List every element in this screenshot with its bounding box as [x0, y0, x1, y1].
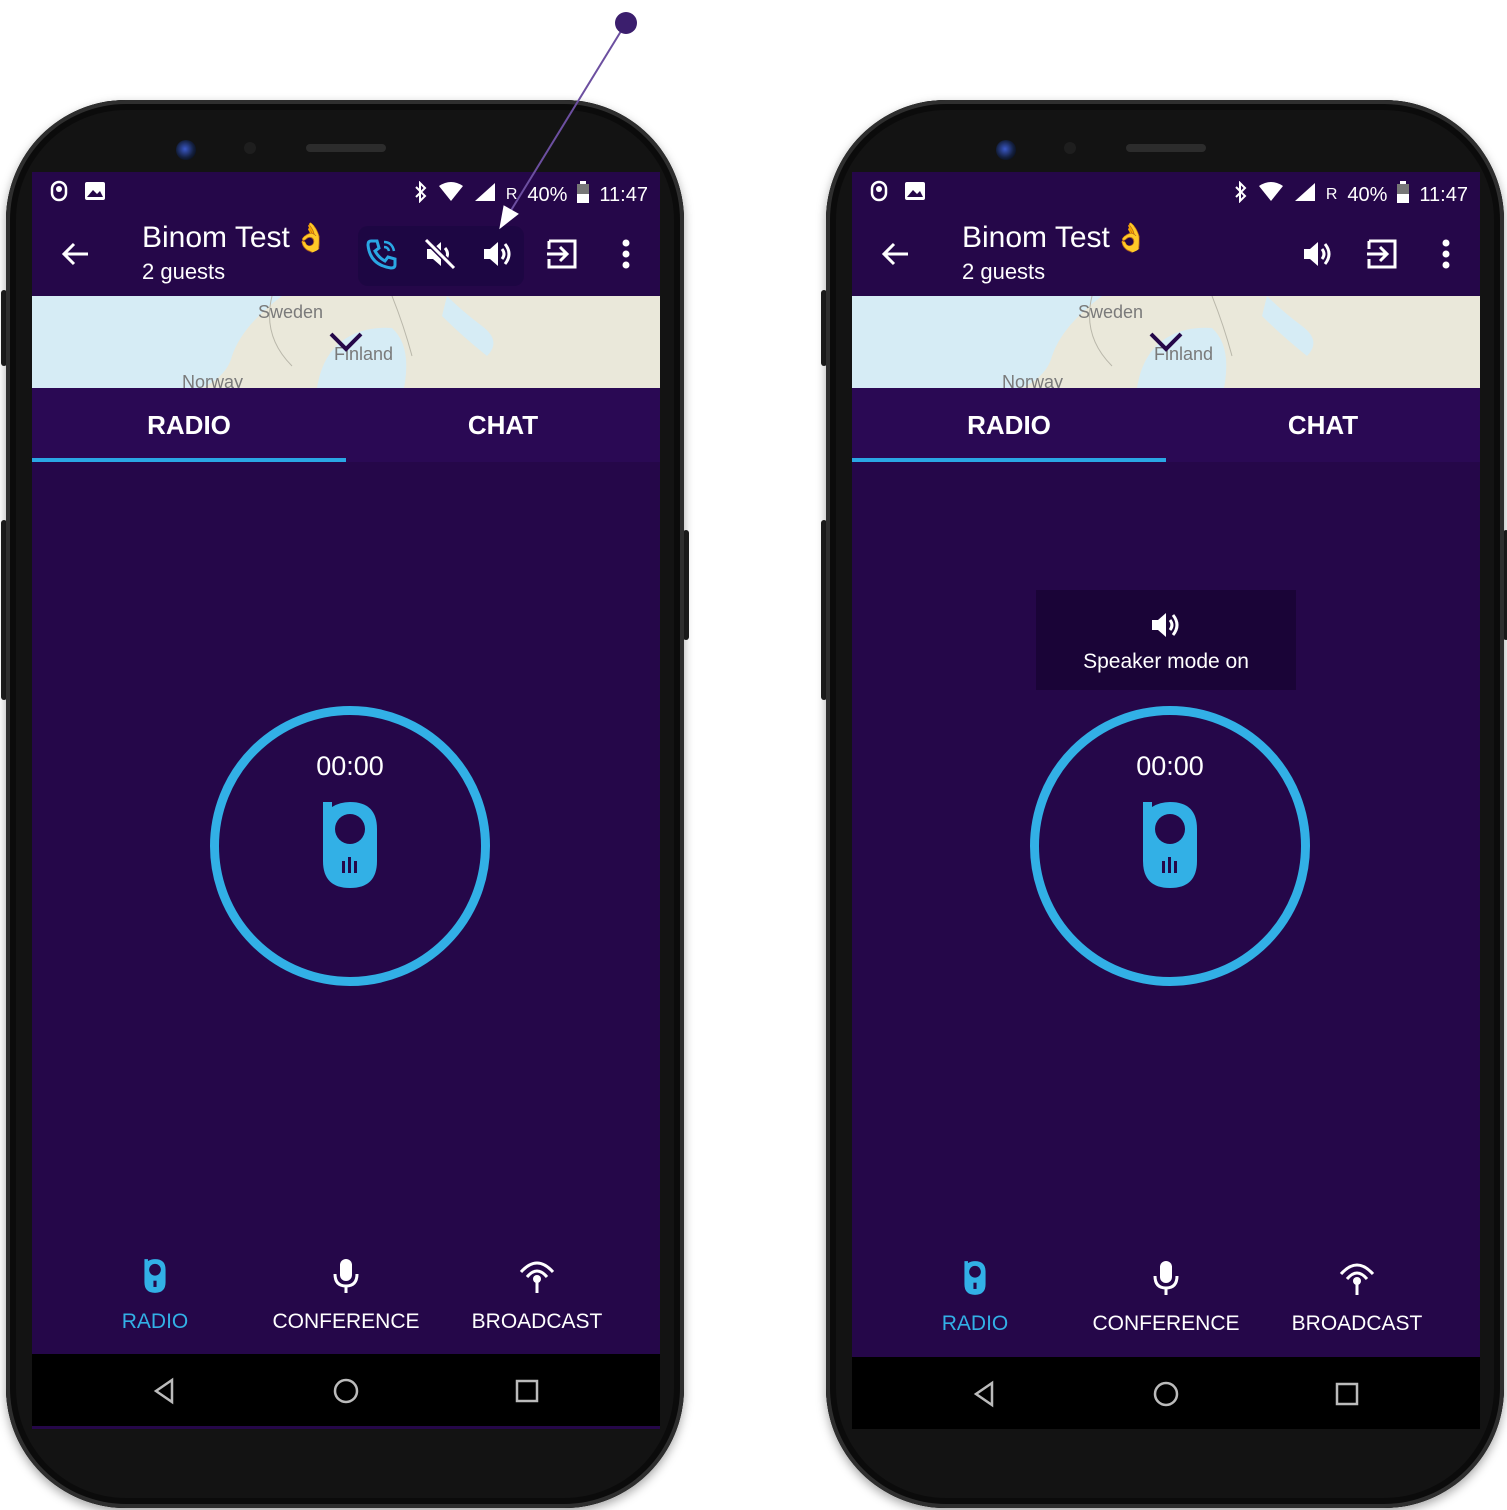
app-screen: R 40% 11:47 Binom Test 👌 2 guests Sweden… — [852, 172, 1480, 1429]
nav-broadcast[interactable]: BROADCAST — [1257, 1260, 1457, 1370]
map-strip[interactable]: Sweden Finland Norway — [32, 296, 660, 388]
nav-radio-label: RADIO — [941, 1312, 1009, 1335]
volume-up-icon — [1152, 613, 1179, 637]
annotation-dot — [615, 12, 637, 34]
ptt-button[interactable]: 00:00 — [1030, 706, 1310, 986]
nav-radio-label: RADIO — [121, 1310, 189, 1333]
ptt-button[interactable]: 00:00 — [210, 706, 490, 986]
tab-bar: RADIO CHAT — [32, 388, 660, 462]
nav-conference[interactable]: CONFERENCE — [246, 1258, 446, 1368]
walkie-talkie-icon — [144, 1259, 166, 1293]
nav-conference-label: CONFERENCE — [272, 1310, 420, 1333]
ptt-timer: 00:00 — [1136, 751, 1204, 781]
broadcast-icon — [1339, 1263, 1375, 1295]
microphone-icon — [1153, 1261, 1179, 1295]
chevron-down-icon[interactable] — [328, 330, 364, 354]
map-label-sweden: Sweden — [258, 302, 324, 322]
nav-back-icon[interactable] — [150, 1376, 180, 1406]
tab-radio[interactable]: RADIO — [32, 388, 346, 462]
nav-broadcast[interactable]: BROADCAST — [437, 1258, 637, 1368]
phone-left: R 40% 11:47 Binom Test 👌 2 guests Sweden… — [1, 100, 689, 1508]
ptt-timer: 00:00 — [316, 751, 384, 781]
nav-home-icon[interactable] — [1151, 1379, 1181, 1409]
nav-broadcast-label: BROADCAST — [1291, 1312, 1423, 1335]
system-navigation-bar — [852, 1357, 1480, 1429]
nav-back-icon[interactable] — [970, 1379, 1000, 1409]
chevron-down-icon[interactable] — [1148, 330, 1184, 354]
tab-indicator — [32, 458, 346, 462]
walkie-talkie-icon — [1143, 802, 1197, 888]
nav-broadcast-label: BROADCAST — [471, 1310, 603, 1333]
tab-chat[interactable]: CHAT — [1166, 388, 1480, 462]
annotation-line — [509, 22, 627, 213]
nav-home-icon[interactable] — [331, 1376, 361, 1406]
phone-right: R 40% 11:47 Binom Test 👌 2 guests Sweden… — [821, 100, 1507, 1508]
tab-chat[interactable]: CHAT — [346, 388, 660, 462]
tab-bar: RADIO CHAT — [852, 388, 1480, 462]
app-screen: R 40% 11:47 Binom Test 👌 2 guests Sweden… — [32, 172, 660, 1429]
nav-recents-icon[interactable] — [1332, 1379, 1362, 1409]
microphone-icon — [333, 1259, 359, 1293]
broadcast-icon — [519, 1261, 555, 1293]
nav-conference[interactable]: CONFERENCE — [1066, 1260, 1266, 1370]
walkie-talkie-icon — [323, 802, 377, 888]
toast-message: Speaker mode on — [1083, 650, 1249, 673]
map-strip[interactable]: Sweden Finland Norway — [852, 296, 1480, 388]
nav-conference-label: CONFERENCE — [1092, 1312, 1240, 1335]
map-label-norway: Norway — [1002, 372, 1064, 388]
walkie-talkie-icon — [964, 1261, 986, 1295]
tab-radio[interactable]: RADIO — [852, 388, 1166, 462]
nav-recents-icon[interactable] — [512, 1376, 542, 1406]
annotation-arrowhead — [499, 205, 519, 230]
nav-radio[interactable]: RADIO — [875, 1260, 1075, 1370]
tab-indicator — [852, 458, 1166, 462]
nav-radio[interactable]: RADIO — [55, 1258, 255, 1368]
system-navigation-bar — [32, 1354, 660, 1426]
map-label-norway: Norway — [182, 372, 244, 388]
speaker-toast: Speaker mode on — [1036, 590, 1296, 690]
bottom-navigation: RADIO CONFERENCE BROADCAST — [32, 1258, 660, 1368]
bottom-navigation: RADIO CONFERENCE BROADCAST — [852, 1260, 1480, 1370]
map-label-sweden: Sweden — [1078, 302, 1144, 322]
annotation-pointer — [499, 12, 637, 230]
